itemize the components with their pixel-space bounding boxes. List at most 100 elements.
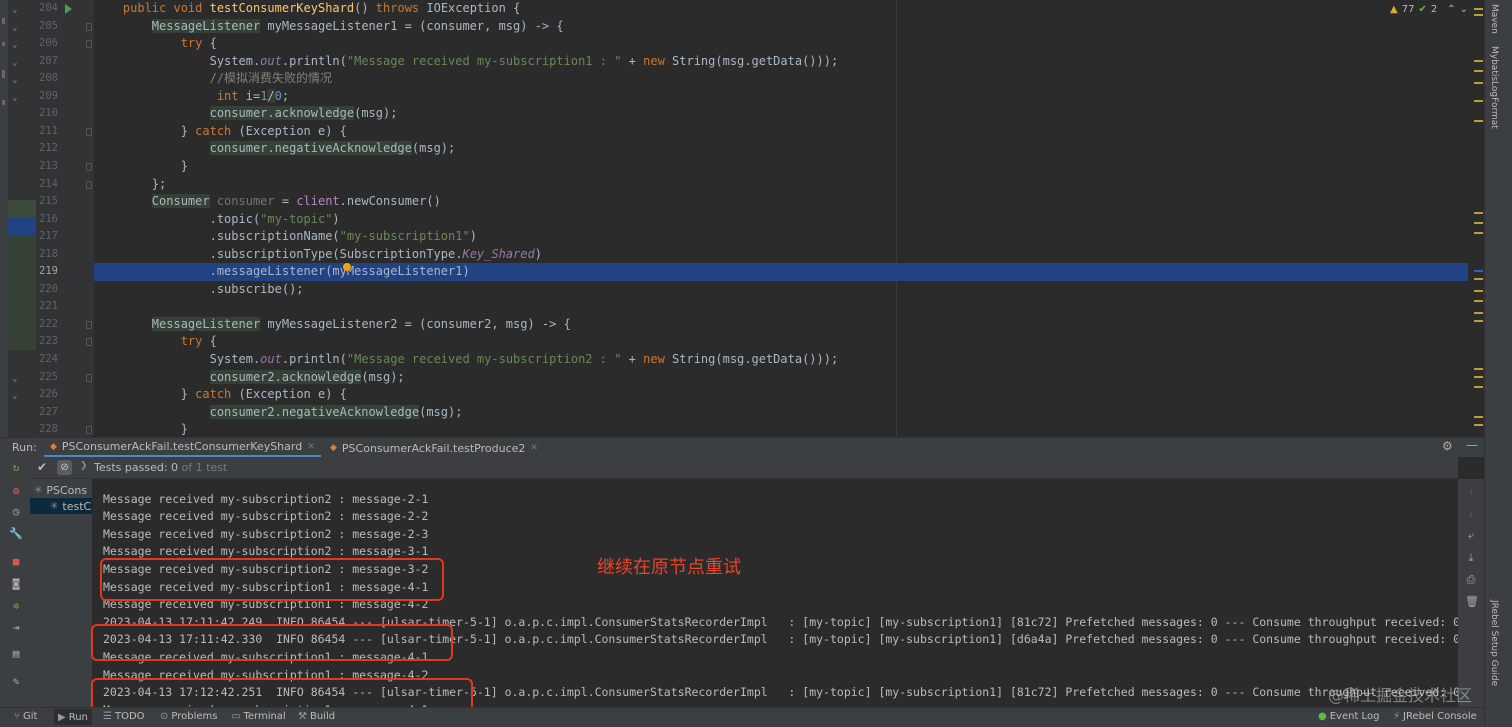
chevron-down-icon[interactable]: ⌄ — [12, 20, 17, 38]
line-number[interactable]: 227 — [36, 404, 94, 422]
code-line[interactable]: consumer.negativeAcknowledge(msg); — [94, 140, 1468, 158]
status-tab-build[interactable]: ⚒ Build — [298, 711, 335, 722]
trash-icon[interactable]: 🗑 — [1465, 595, 1479, 608]
line-number[interactable]: 224 — [36, 351, 94, 369]
gear-icon[interactable]: ⚙ — [1442, 439, 1453, 453]
code-line[interactable]: try { — [94, 35, 1468, 53]
show-passed-icon[interactable]: ✔ — [37, 460, 47, 474]
jrebel-setup-guide-tab[interactable]: JRebel Setup Guide — [1489, 600, 1499, 686]
tree-node-test[interactable]: ✳ testC — [30, 498, 92, 514]
code-line[interactable]: Consumer consumer = client.newConsumer() — [94, 193, 1468, 211]
close-icon[interactable]: ✕ — [530, 443, 538, 453]
fold-icon[interactable] — [86, 22, 92, 31]
close-icon[interactable]: ✕ — [307, 442, 315, 452]
rerun-icon[interactable]: ↻ — [9, 461, 23, 475]
rerun-failed-icon[interactable]: ❂ — [9, 484, 23, 498]
code-line[interactable]: }; — [94, 176, 1468, 194]
line-number[interactable]: 220 — [36, 281, 94, 299]
down-arrow-icon[interactable]: ↓ — [1465, 507, 1477, 520]
fold-icon[interactable] — [86, 338, 92, 347]
pin-icon[interactable]: ✎ — [9, 675, 23, 689]
code-line[interactable]: .subscribe(); — [94, 281, 1468, 299]
chevron-down-icon[interactable]: ⌄ — [12, 388, 17, 406]
code-line[interactable]: .messageListener(myMessageListener1) — [94, 263, 1468, 281]
code-line[interactable]: } — [94, 421, 1468, 437]
status-item-event-log[interactable]: ● Event Log — [1318, 711, 1379, 722]
line-number[interactable]: 216 — [36, 211, 94, 229]
chevron-down-icon[interactable]: ⌄ — [12, 371, 17, 389]
line-number[interactable]: 212 — [36, 140, 94, 158]
print-icon[interactable]: ⎙ — [1465, 573, 1477, 587]
chevron-up-icon[interactable]: ⌃ — [1447, 4, 1455, 15]
line-number[interactable]: 209 ⌄ — [12, 88, 94, 106]
scroll-to-end-icon[interactable]: ⤓ — [1465, 551, 1477, 565]
debug-icon[interactable]: ✲ — [9, 599, 23, 613]
fold-icon[interactable] — [86, 180, 92, 189]
line-number[interactable]: 210 — [36, 105, 94, 123]
line-number[interactable]: 206 ⌄ — [12, 35, 94, 53]
code-line[interactable]: } — [94, 158, 1468, 176]
chevron-down-icon[interactable]: ⌄ — [12, 72, 17, 90]
chevron-down-icon[interactable]: ⌄ — [1460, 4, 1468, 15]
code-line[interactable]: .subscriptionName("my-subscription1") — [94, 228, 1468, 246]
status-tab-git[interactable]: ⑂ Git — [14, 711, 37, 722]
mybatis-log-format-tab[interactable]: MybatisLogFormat — [1489, 46, 1499, 129]
chevron-down-icon[interactable]: ⌄ — [12, 90, 17, 108]
line-number-gutter[interactable]: 204 ⌄ 205 ⌄ 206 ⌄ 207 ⌄ 208 ⌄ 209 ⌄ 210 211 212 213 214 2… — [12, 0, 94, 437]
tree-node-suite[interactable]: ✳ PSCons — [34, 482, 87, 498]
soft-wrap-icon[interactable]: ⤶ — [1465, 529, 1477, 543]
code-editor[interactable]: public void testConsumerKeyShard() throw… — [94, 0, 1468, 437]
minimize-icon[interactable]: — — [1466, 438, 1478, 452]
run-gutter-icon[interactable] — [65, 4, 72, 14]
code-line[interactable]: public void testConsumerKeyShard() throw… — [94, 0, 1468, 18]
status-tab-problems[interactable]: ⊙ Problems — [160, 711, 217, 722]
project-tool-strip[interactable] — [0, 0, 8, 437]
code-line[interactable]: } catch (Exception e) { — [94, 386, 1468, 404]
fold-icon[interactable] — [86, 127, 92, 136]
line-number[interactable]: 207 ⌄ — [12, 53, 94, 71]
line-number[interactable]: 225 ⌄ — [12, 369, 94, 387]
maven-tab[interactable]: Maven — [1489, 4, 1499, 34]
expand-icon[interactable]: ❯ — [80, 461, 88, 471]
line-number[interactable]: 218 — [36, 246, 94, 264]
code-line[interactable]: int i=1/0; — [94, 88, 1468, 106]
inspection-widget[interactable]: ▲ 77 ✔ 2 ⌃ ⌄ — [1390, 4, 1468, 15]
line-number[interactable]: 213 — [36, 158, 94, 176]
code-line[interactable]: } catch (Exception e) { — [94, 123, 1468, 141]
up-arrow-icon[interactable]: ↑ — [1465, 485, 1477, 498]
line-number[interactable]: 205 ⌄ — [12, 18, 94, 36]
code-line[interactable]: try { — [94, 333, 1468, 351]
code-line[interactable]: MessageListener myMessageListener1 = (co… — [94, 18, 1468, 36]
code-line[interactable] — [94, 298, 1468, 316]
code-line[interactable]: MessageListener myMessageListener2 = (co… — [94, 316, 1468, 334]
toggle-auto-test-icon[interactable]: ◷ — [9, 505, 23, 519]
wrench-icon[interactable]: 🔧 — [9, 527, 23, 541]
tab-test-consumer-key-shard[interactable]: ◆ PSConsumerAckFail.testConsumerKeyShard… — [44, 438, 321, 458]
stop-icon[interactable]: ■ — [9, 555, 23, 569]
line-number[interactable]: 208 ⌄ — [12, 70, 94, 88]
line-number[interactable]: 215 — [36, 193, 94, 211]
status-tab-terminal[interactable]: ▭ Terminal — [231, 711, 286, 722]
status-tab-run[interactable]: ▶ Run — [54, 709, 92, 725]
fold-icon[interactable] — [86, 426, 92, 435]
code-line[interactable]: consumer2.acknowledge(msg); — [94, 369, 1468, 387]
fold-icon[interactable] — [86, 40, 92, 49]
layout-icon[interactable]: ▤ — [9, 647, 23, 661]
exit-icon[interactable]: ⇥ — [9, 621, 23, 635]
status-item-jrebel[interactable]: ⚡ JRebel Console — [1393, 711, 1477, 722]
code-line[interactable]: System.out.println("Message received my-… — [94, 53, 1468, 71]
chevron-down-icon[interactable]: ⌄ — [12, 37, 17, 55]
line-number[interactable]: 223 — [36, 333, 94, 351]
camera-icon[interactable]: ◙ — [9, 577, 23, 591]
line-number[interactable]: 226 ⌄ — [12, 386, 94, 404]
line-number[interactable]: 217 — [36, 228, 94, 246]
line-number[interactable]: 211 — [36, 123, 94, 141]
show-ignored-icon[interactable]: ⊘ — [57, 460, 72, 475]
line-number[interactable]: 219 — [36, 263, 94, 281]
code-line[interactable]: .subscriptionType(SubscriptionType.Key_S… — [94, 246, 1468, 264]
tab-test-produce2[interactable]: ◆ PSConsumerAckFail.testProduce2 ✕ — [324, 438, 544, 458]
fold-icon[interactable] — [86, 320, 92, 329]
code-line[interactable]: System.out.println("Message received my-… — [94, 351, 1468, 369]
line-number[interactable]: 204 ⌄ — [12, 0, 94, 18]
chevron-down-icon[interactable]: ⌄ — [12, 55, 17, 73]
